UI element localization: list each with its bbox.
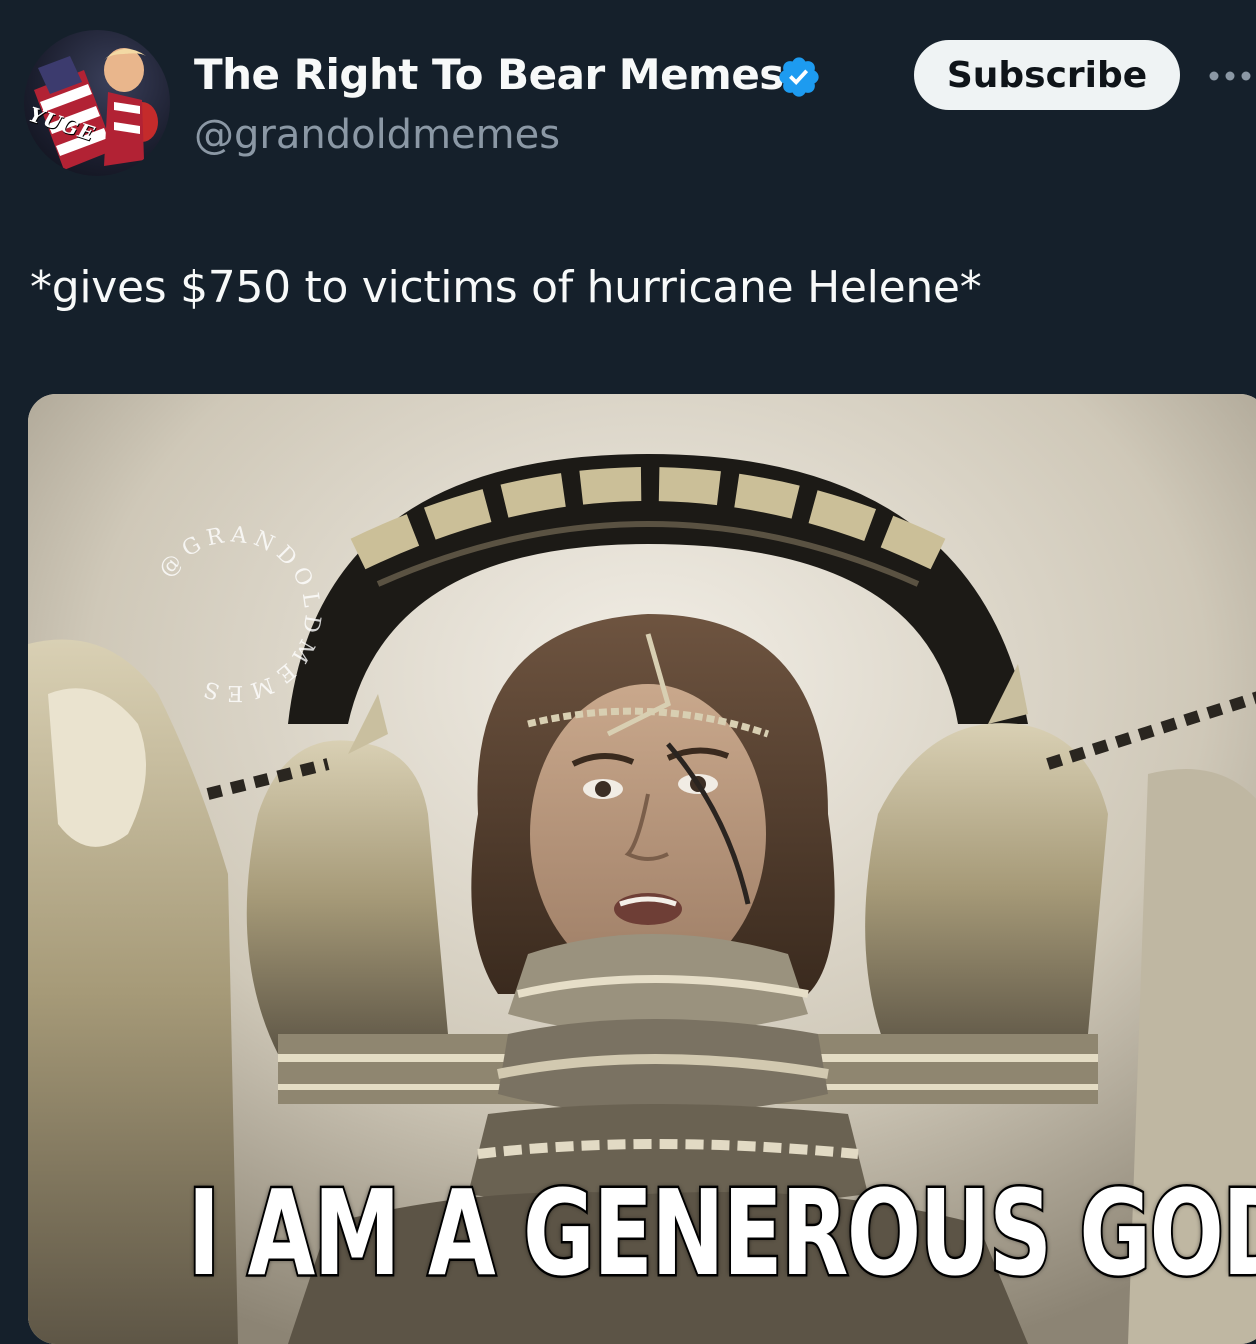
- author-avatar[interactable]: YUGE: [24, 30, 170, 176]
- avatar-image: [34, 48, 158, 170]
- tweet-text: *gives $750 to victims of hurricane Hele…: [30, 262, 982, 313]
- subscribe-button[interactable]: Subscribe: [914, 40, 1180, 110]
- tweet-media-image[interactable]: @GRANDOLDMEMES I AM A GENEROUS GOD: [28, 394, 1256, 1344]
- meme-caption: I AM A GENEROUS GOD: [186, 1162, 1256, 1305]
- more-dots-icon[interactable]: [1208, 68, 1256, 84]
- author-display-name[interactable]: The Right To Bear Memes: [194, 50, 784, 99]
- author-handle[interactable]: @grandoldmemes: [194, 112, 560, 158]
- svg-text:@GRANDOLDMEMES: @GRANDOLDMEMES: [154, 522, 324, 705]
- watermark-logo: @GRANDOLDMEMES: [154, 522, 324, 705]
- verified-badge-icon: [779, 57, 819, 97]
